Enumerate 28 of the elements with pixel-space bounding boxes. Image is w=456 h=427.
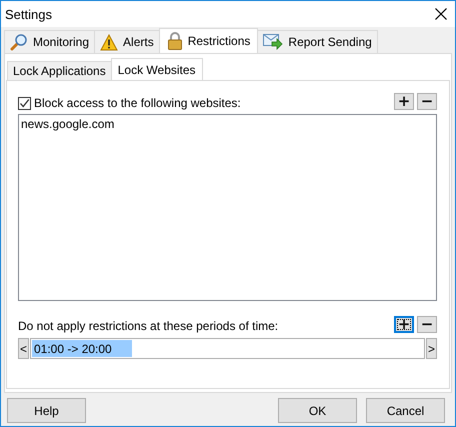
envelope-arrow-icon — [263, 34, 284, 50]
checkbox[interactable] — [18, 96, 31, 110]
tab[interactable]: Alerts — [94, 30, 160, 53]
help-button[interactable]: Help — [7, 398, 86, 423]
remove-button[interactable]: − — [417, 93, 437, 110]
tab[interactable]: Report Sending — [257, 30, 378, 53]
ok-button[interactable]: OK — [278, 398, 357, 423]
window-title: Settings — [5, 6, 52, 22]
periods-list[interactable]: 01:00 -> 20:00 — [30, 338, 425, 359]
add-button[interactable]: + — [394, 316, 414, 333]
padlock-icon — [166, 32, 183, 50]
periods-label: Do not apply restrictions at these periods of time: — [18, 319, 278, 333]
period-item[interactable]: 01:00 -> 20:00 — [32, 340, 132, 357]
tab[interactable]: Monitoring — [4, 30, 96, 53]
checkbox-label: Block access to the following websites: — [34, 96, 241, 110]
tab[interactable]: Lock Websites — [110, 58, 203, 80]
tab[interactable]: Lock Applications — [7, 61, 112, 80]
cancel-button[interactable]: Cancel — [366, 398, 445, 423]
list-item[interactable]: news.google.com — [21, 117, 434, 131]
magnifier-icon — [10, 33, 28, 51]
website-list[interactable]: news.google.com — [18, 114, 437, 301]
warning-icon — [100, 34, 118, 50]
add-button[interactable]: + — [394, 93, 414, 110]
scroll-left-button[interactable]: < — [18, 338, 29, 359]
remove-button[interactable]: − — [417, 316, 437, 333]
scroll-right-button[interactable]: > — [426, 338, 437, 359]
close-icon[interactable] — [435, 8, 447, 20]
tab[interactable]: Restrictions — [158, 28, 258, 53]
